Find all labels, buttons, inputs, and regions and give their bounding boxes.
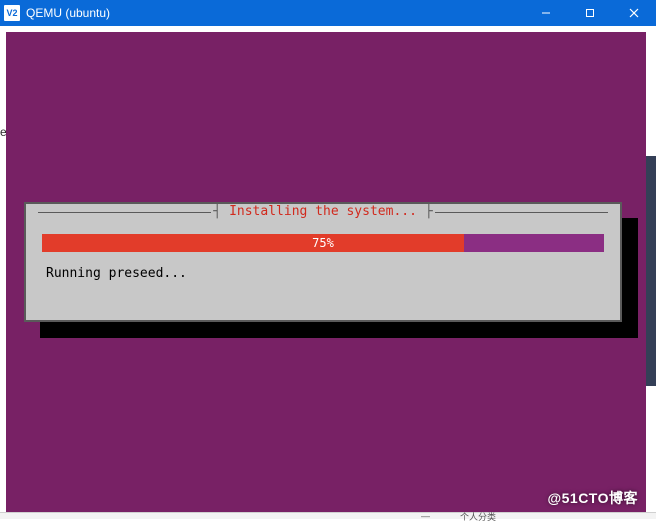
dialog-legend: ┤ Installing the system... ├ [38,212,608,213]
legend-pipe-left: ┤ [211,205,223,218]
installer-dialog: ┤ Installing the system... ├ 75% Running… [24,202,622,322]
legend-pipe-right: ├ [423,205,435,218]
minimize-button[interactable] [524,0,568,26]
maximize-button[interactable] [568,0,612,26]
dialog-legend-text: Installing the system... [223,205,423,218]
page-right-gutter [646,26,656,516]
vm-framebuffer[interactable]: ┤ Installing the system... ├ 75% Running… [6,32,646,512]
installer-status-text: Running preseed... [46,266,187,281]
progress-bar-label: 75% [42,234,604,252]
cropped-bottom-chrome: — 个人分类 [0,512,656,519]
window-titlebar: V2 QEMU (ubuntu) [0,0,656,26]
image-watermark: @51CTO博客 [547,488,638,508]
minimize-icon [541,8,551,18]
bottom-chrome-fragment: — [421,511,430,521]
vnc-app-icon: V2 [4,5,20,21]
maximize-icon [585,8,595,18]
progress-bar: 75% [42,234,604,252]
bottom-chrome-fragment: 个人分类 [460,510,496,523]
window-title: QEMU (ubuntu) [26,6,110,20]
close-button[interactable] [612,0,656,26]
close-icon [629,8,639,18]
